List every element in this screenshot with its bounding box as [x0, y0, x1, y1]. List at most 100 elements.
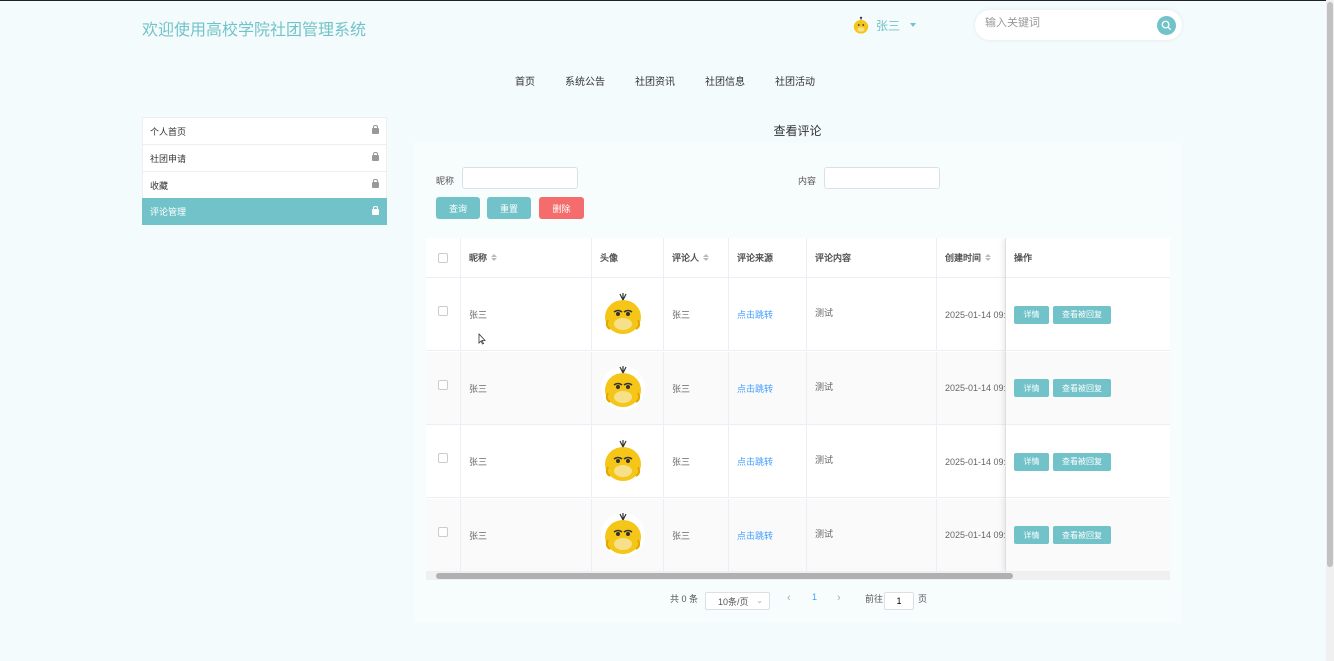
source-cell: 点击跳转 — [729, 278, 807, 351]
comments-table: 昵称 头像 评论人 评论来源 评论内容 创建时间 张三 张三 点击跳转 测试 2… — [426, 238, 1170, 572]
content-cell: 测试 — [807, 351, 937, 425]
avatar-duck-icon — [601, 366, 645, 410]
reset-button[interactable]: 重置 — [487, 197, 531, 219]
actions-row: 详情 查看被回复 — [1006, 278, 1170, 351]
page-title: 查看评论 — [773, 124, 822, 138]
user-menu[interactable]: 张三 — [852, 16, 917, 34]
source-link[interactable]: 点击跳转 — [737, 382, 773, 395]
row-checkbox[interactable] — [438, 453, 448, 463]
username: 张三 — [876, 18, 901, 33]
row-checkbox[interactable] — [438, 526, 448, 537]
select-all-checkbox[interactable] — [438, 252, 448, 263]
detail-button[interactable]: 详情 — [1014, 305, 1049, 324]
view-replies-button[interactable]: 查看被回复 — [1053, 305, 1111, 324]
search-box — [975, 10, 1182, 40]
current-page[interactable]: 1 — [812, 592, 817, 602]
content-cell: 测试 — [807, 498, 937, 572]
source-link[interactable]: 点击跳转 — [737, 308, 773, 321]
row-select-cell — [426, 278, 461, 351]
avatar-cell — [592, 498, 664, 572]
view-replies-button[interactable]: 查看被回复 — [1053, 452, 1111, 471]
column-header-created[interactable]: 创建时间 — [937, 238, 1006, 278]
view-replies-button[interactable]: 查看被回复 — [1053, 526, 1111, 544]
nickname-cell: 张三 — [461, 351, 592, 425]
nav-home[interactable]: 首页 — [515, 73, 535, 88]
prev-page-icon[interactable]: ‹ — [787, 592, 791, 604]
detail-button[interactable]: 详情 — [1014, 526, 1049, 544]
column-header-actions: 操作 — [1006, 238, 1170, 278]
row-checkbox[interactable] — [438, 379, 448, 390]
row-checkbox[interactable] — [438, 306, 448, 316]
detail-button[interactable]: 详情 — [1014, 452, 1049, 471]
search-button[interactable] — [1157, 16, 1176, 35]
nickname-filter-label: 昵称 — [436, 176, 455, 186]
row-select-cell — [426, 425, 461, 498]
commenter-cell: 张三 — [664, 351, 729, 425]
site-title: 欢迎使用高校学院社团管理系统 — [142, 20, 367, 39]
sidebar-item-label: 个人首页 — [150, 126, 187, 137]
query-button[interactable]: 查询 — [436, 197, 480, 219]
avatar-duck-icon — [601, 292, 645, 337]
avatar-duck-icon — [601, 513, 645, 557]
nav-club-activities[interactable]: 社团活动 — [775, 73, 815, 88]
row-select-cell — [426, 351, 461, 425]
created-cell: 2025-01-14 09: — [937, 278, 1006, 351]
nickname-cell: 张三 — [461, 425, 592, 498]
total-count: 共 0 条 — [670, 594, 699, 604]
sidebar-item-label: 评论管理 — [150, 207, 187, 217]
avatar-cell — [592, 425, 664, 498]
lock-icon — [372, 152, 379, 161]
detail-button[interactable]: 详情 — [1014, 379, 1049, 397]
avatar-cell — [592, 351, 664, 425]
created-cell: 2025-01-14 09: — [937, 425, 1006, 498]
sidebar-item-club-apply[interactable]: 社团申请 — [142, 144, 387, 171]
user-avatar-icon — [853, 16, 869, 34]
created-cell: 2025-01-14 09: — [937, 498, 1006, 572]
nav-announcements[interactable]: 系统公告 — [565, 73, 605, 88]
commenter-cell: 张三 — [664, 498, 729, 572]
nav-club-info[interactable]: 社团信息 — [705, 73, 745, 88]
header-select-all — [426, 238, 461, 278]
avatar-duck-icon — [601, 439, 645, 484]
horizontal-scrollbar[interactable] — [426, 572, 1170, 580]
scrollbar-thumb[interactable] — [1327, 2, 1333, 567]
content-cell: 测试 — [807, 425, 937, 498]
avatar-cell — [592, 278, 664, 351]
column-header-content: 评论内容 — [807, 238, 937, 278]
column-header-nickname[interactable]: 昵称 — [461, 238, 592, 278]
nickname-filter-input[interactable] — [462, 167, 578, 189]
actions-cell: 详情 查看被回复 — [1006, 278, 1170, 351]
source-cell: 点击跳转 — [729, 425, 807, 498]
actions-row: 详情 查看被回复 — [1006, 351, 1170, 425]
chevron-down-icon: ⌄ — [756, 596, 763, 605]
actions-row: 详情 查看被回复 — [1006, 425, 1170, 498]
delete-button[interactable]: 删除 — [539, 197, 584, 219]
sort-icon[interactable] — [703, 254, 710, 261]
goto-page-input[interactable] — [884, 592, 914, 610]
column-header-commenter[interactable]: 评论人 — [664, 238, 729, 278]
content-filter-input[interactable] — [824, 167, 940, 189]
sort-icon[interactable] — [491, 254, 498, 261]
sidebar-item-comments[interactable]: 评论管理 — [142, 198, 387, 225]
source-cell: 点击跳转 — [729, 498, 807, 572]
nav-club-news[interactable]: 社团资讯 — [635, 73, 675, 88]
search-input[interactable] — [985, 17, 1145, 29]
sidebar-item-profile[interactable]: 个人首页 — [142, 117, 387, 144]
source-link[interactable]: 点击跳转 — [737, 529, 773, 542]
sidebar: 个人首页 社团申请 收藏 评论管理 — [142, 117, 387, 225]
page-size-select[interactable]: 10条/页 ⌄ — [705, 592, 770, 610]
vertical-scrollbar[interactable] — [1326, 0, 1334, 661]
view-replies-button[interactable]: 查看被回复 — [1053, 379, 1111, 397]
sort-icon[interactable] — [985, 254, 992, 261]
sidebar-item-favorites[interactable]: 收藏 — [142, 171, 387, 198]
content-cell: 测试 — [807, 278, 937, 351]
mouse-cursor-icon — [478, 333, 486, 345]
nickname-cell: 张三 — [461, 498, 592, 572]
chevron-down-icon — [910, 23, 917, 27]
actions-cell: 详情 查看被回复 — [1006, 499, 1170, 572]
scrollbar-thumb[interactable] — [436, 573, 1013, 579]
column-header-source: 评论来源 — [729, 238, 807, 278]
next-page-icon[interactable]: › — [837, 592, 841, 604]
source-cell: 点击跳转 — [729, 351, 807, 425]
source-link[interactable]: 点击跳转 — [737, 455, 773, 468]
